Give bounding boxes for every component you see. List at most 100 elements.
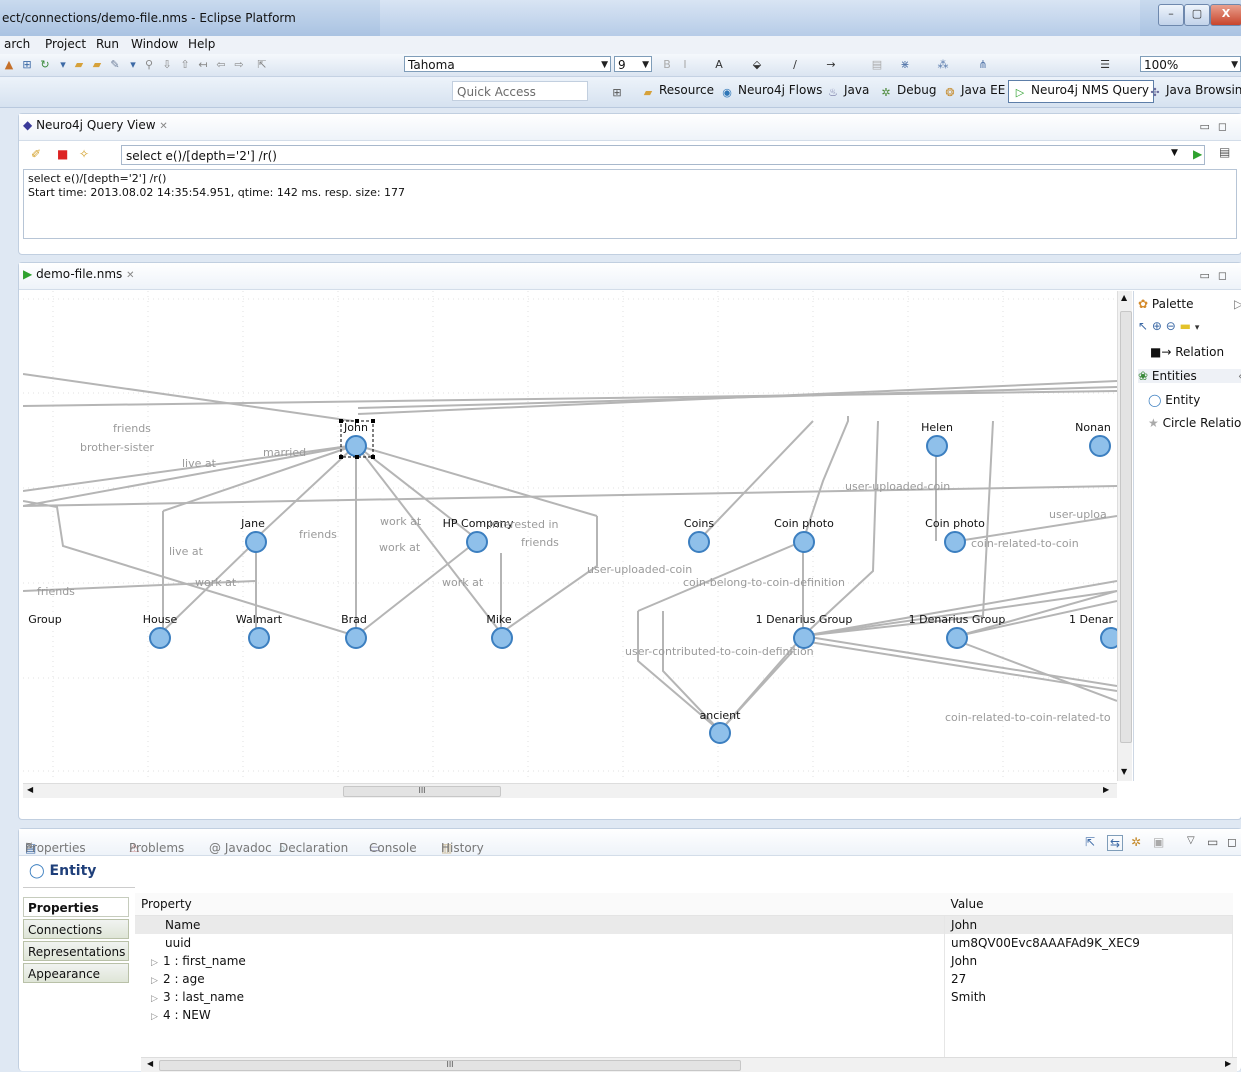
side-tab-representations[interactable]: Representations xyxy=(23,941,129,961)
property-value[interactable]: um8QV00Evc8AAAFAd9K_XEC9 xyxy=(944,934,1233,952)
query-view-tab[interactable]: ◆ Neuro4j Query View ✕ xyxy=(23,118,168,132)
stop-icon[interactable]: ■ xyxy=(57,147,68,161)
side-tab-connections[interactable]: Connections xyxy=(23,919,129,939)
node-coins[interactable] xyxy=(688,531,710,553)
query-history-dropdown-icon[interactable]: ▼ xyxy=(1171,148,1178,158)
font-family-select[interactable]: Tahoma ▼ xyxy=(404,56,611,72)
palette-group-entities[interactable]: ❀ Entities« xyxy=(1138,369,1241,383)
refresh-icon[interactable]: ↻ xyxy=(38,58,52,72)
node-coin-photo[interactable] xyxy=(793,531,815,553)
node-walmart[interactable] xyxy=(248,627,270,649)
scroll-thumb[interactable] xyxy=(1120,311,1132,743)
property-value[interactable]: 27 xyxy=(944,970,1233,988)
line-color-icon[interactable]: ∕ xyxy=(788,58,802,72)
column-header-value[interactable]: Value xyxy=(944,893,1233,916)
close-button[interactable]: X xyxy=(1210,4,1241,26)
perspective-java[interactable]: ♨ Java xyxy=(826,83,869,100)
graph-horizontal-scrollbar[interactable]: ◀ III ▶ xyxy=(23,783,1117,798)
pin-view-icon[interactable]: ⇱ xyxy=(1085,835,1095,849)
last-edit-icon[interactable]: ↤ xyxy=(196,58,210,72)
minimize-view-icon[interactable]: ▭ xyxy=(1199,269,1217,282)
brush-icon[interactable]: ✎ xyxy=(108,58,122,72)
table-row[interactable]: ▷ 1 : first_name John xyxy=(135,952,1233,970)
pin-icon[interactable]: ⚲ xyxy=(142,58,156,72)
menu-run[interactable]: Run xyxy=(96,37,119,51)
editor-tab[interactable]: ▶ demo-file.nms ✕ xyxy=(23,267,135,281)
dropdown-icon[interactable]: ▾ xyxy=(126,58,140,72)
perspective-resource[interactable]: ▰ Resource xyxy=(641,83,714,100)
perspective-neuro4j-flows[interactable]: ◉ Neuro4j Flows xyxy=(720,83,822,100)
menu-search[interactable]: arch xyxy=(4,37,30,51)
run-query-icon[interactable]: ▶ xyxy=(1193,147,1202,161)
graph-vertical-scrollbar[interactable]: ▲ ▼ xyxy=(1117,291,1132,781)
perspective-nms-query[interactable]: ▷ Neuro4j NMS Query xyxy=(1008,80,1154,103)
close-tab-icon[interactable]: ✕ xyxy=(159,121,167,132)
node-house[interactable] xyxy=(149,627,171,649)
next-annotation-icon[interactable]: ⇩ xyxy=(160,58,174,72)
view-menu-icon[interactable]: ▽ xyxy=(1187,835,1195,846)
perspective-javaee[interactable]: ❂ Java EE xyxy=(943,83,1005,100)
close-tab-icon[interactable]: ✕ xyxy=(25,841,33,852)
zoom-select[interactable]: 100% ▼ xyxy=(1140,56,1241,72)
italic-icon[interactable]: I xyxy=(678,58,692,72)
menu-window[interactable]: Window xyxy=(131,37,178,51)
collapse-icon[interactable]: ▷ xyxy=(1234,297,1241,311)
property-value[interactable]: John xyxy=(944,952,1233,970)
link-icon[interactable]: ⇱ xyxy=(255,58,269,72)
side-tab-properties[interactable]: Properties xyxy=(23,897,129,917)
scroll-thumb[interactable]: III xyxy=(343,786,501,797)
bold-icon[interactable]: B xyxy=(660,58,674,72)
table-row[interactable]: uuid um8QV00Evc8AAAFAd9K_XEC9 xyxy=(135,934,1233,952)
node-mike[interactable] xyxy=(491,627,513,649)
minimize-view-icon[interactable]: ▭ xyxy=(1199,120,1217,133)
font-color-icon[interactable]: A xyxy=(712,58,726,72)
node-helen[interactable] xyxy=(926,435,948,457)
align-icon[interactable]: ⁂ xyxy=(936,58,950,72)
restore-default-icon[interactable]: ▣ xyxy=(1153,835,1164,849)
expand-icon[interactable]: ▷ xyxy=(151,976,163,986)
maximize-view-icon[interactable]: ◻ xyxy=(1227,835,1237,849)
minimize-button[interactable]: – xyxy=(1158,4,1184,26)
graph-canvas[interactable]: John Helen Nonan Jane HP Company Coins C… xyxy=(23,291,1117,781)
node-nonan[interactable] xyxy=(1089,435,1111,457)
advanced-icon[interactable]: ✲ xyxy=(1131,835,1141,849)
scroll-thumb[interactable]: III xyxy=(159,1060,741,1071)
clean-icon[interactable]: ✐ xyxy=(31,147,41,161)
menu-help[interactable]: Help xyxy=(188,37,215,51)
expand-icon[interactable]: ▷ xyxy=(151,1012,163,1022)
node-jane[interactable] xyxy=(245,531,267,553)
menu-project[interactable]: Project xyxy=(45,37,86,51)
show-categories-icon[interactable]: ⇆ xyxy=(1107,835,1124,851)
node-ancient[interactable] xyxy=(709,722,731,744)
perspective-java-browsing[interactable]: ✣ Java Browsing xyxy=(1148,83,1241,100)
node-hp-company[interactable] xyxy=(466,531,488,553)
maximize-view-icon[interactable]: ◻ xyxy=(1218,269,1235,282)
palette-circle-relation[interactable]: ★ Circle Relation xyxy=(1148,416,1241,430)
zoom-out-icon[interactable]: ⊖ xyxy=(1166,319,1176,333)
palette-relation[interactable]: ■→ Relation xyxy=(1150,345,1224,359)
maximize-view-icon[interactable]: ◻ xyxy=(1218,120,1235,133)
expand-icon[interactable]: ▷ xyxy=(151,994,163,1004)
expand-icon[interactable]: ▷ xyxy=(151,958,163,968)
scroll-left-icon[interactable]: ◀ xyxy=(27,785,33,794)
minimize-view-icon[interactable]: ▭ xyxy=(1207,835,1218,849)
note-icon[interactable]: ▬ xyxy=(1180,319,1191,333)
property-value[interactable]: John xyxy=(944,915,1233,934)
palette-entity[interactable]: ◯ Entity xyxy=(1148,393,1200,407)
scroll-right-icon[interactable]: ▶ xyxy=(1103,785,1109,794)
node-brad[interactable] xyxy=(345,627,367,649)
node-coin-photo[interactable] xyxy=(944,531,966,553)
layout-icon[interactable]: ⋇ xyxy=(898,58,912,72)
palette-header[interactable]: ✿ Palette ▷ xyxy=(1138,297,1241,311)
debug-run-icon[interactable]: ▲ xyxy=(2,58,16,72)
close-tab-icon[interactable]: ✕ xyxy=(126,270,134,281)
open-project-icon[interactable]: ▰ xyxy=(90,58,104,72)
tree-icon[interactable]: ⋔ xyxy=(976,58,990,72)
scroll-down-icon[interactable]: ▼ xyxy=(1121,767,1127,776)
node-1-denarius-group[interactable] xyxy=(946,627,968,649)
properties-icon[interactable]: ☰ xyxy=(1098,58,1112,72)
line-style-icon[interactable]: → xyxy=(824,58,838,72)
scroll-right-icon[interactable]: ▶ xyxy=(1225,1059,1231,1068)
dropdown-icon[interactable]: ▾ xyxy=(56,58,70,72)
new-icon[interactable]: ⊞ xyxy=(20,58,34,72)
